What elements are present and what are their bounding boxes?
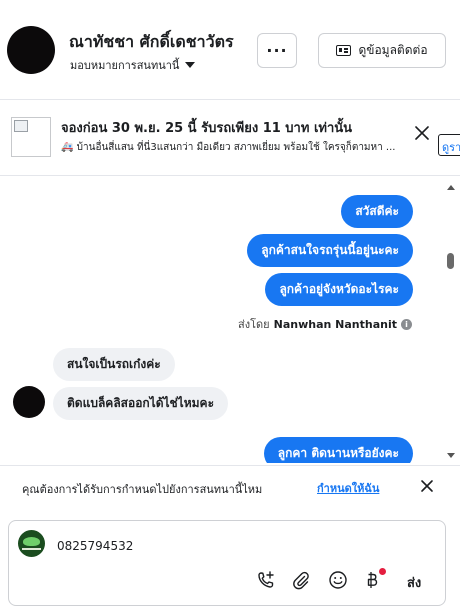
chat-scrollbar[interactable] bbox=[444, 177, 458, 463]
contact-name[interactable]: ณาทัชชา ศักดิ์เดชาวัตร bbox=[69, 30, 234, 55]
scroll-down-arrow-icon[interactable] bbox=[447, 453, 455, 458]
scrollbar-thumb[interactable] bbox=[447, 253, 454, 269]
contact-card-icon bbox=[336, 45, 352, 56]
contact-avatar-small bbox=[13, 386, 45, 418]
message-bubble-outgoing[interactable]: ลูกค้าสนใจรถรุ่นนี้อยู่นะคะ bbox=[247, 234, 413, 267]
view-contact-info-label: ดูข้อมูลติดต่อ bbox=[358, 43, 428, 57]
ad-referral-banner: จองก่อน 30 พ.ย. 25 นี้ รับรถเพียง 11 บาท… bbox=[0, 101, 460, 176]
ad-thumbnail-image[interactable] bbox=[11, 117, 51, 157]
message-input[interactable]: 0825794532 bbox=[57, 539, 133, 553]
ambulance-icon: 🚑 bbox=[61, 142, 74, 153]
notification-dot bbox=[379, 568, 386, 575]
close-notice-icon[interactable] bbox=[420, 479, 434, 493]
message-bubble-incoming[interactable]: สนใจเป็นรถเก๋งค่ะ bbox=[53, 348, 175, 381]
sent-by-name: Nanwhan Nanthanit bbox=[273, 317, 397, 331]
assign-label: มอบหมายการสนทนานี้ bbox=[70, 59, 180, 72]
assignment-notice-text: คุณต้องการได้รับการกำหนดไปยังการสนทนานี้… bbox=[22, 483, 263, 496]
contact-avatar[interactable] bbox=[7, 26, 55, 74]
send-button[interactable]: ส่ง bbox=[407, 572, 421, 593]
ad-description-text: บ้านอื่นสี่แสน ที่นี่3แสนกว่า มือเดียว ส… bbox=[76, 142, 396, 153]
message-thread: สวัสดีค่ะ ลูกค้าสนใจรถรุ่นนี้อยู่นะคะ ลู… bbox=[0, 177, 460, 463]
message-bubble-outgoing[interactable]: ลูกค้าอยู่จังหวัดอะไรคะ bbox=[265, 273, 413, 306]
assign-conversation-dropdown[interactable]: มอบหมายการสนทนานี้ bbox=[70, 56, 196, 74]
close-ad-icon[interactable] bbox=[414, 125, 430, 141]
scroll-up-arrow-icon[interactable] bbox=[447, 185, 455, 190]
assign-to-me-link[interactable]: กำหนดให้ฉัน bbox=[317, 479, 379, 497]
more-options-button[interactable]: ··· bbox=[257, 33, 297, 68]
conversation-header: ณาทัชชา ศักดิ์เดชาวัตร มอบหมายการสนทนานี… bbox=[0, 0, 460, 100]
emoji-icon[interactable] bbox=[327, 569, 349, 591]
message-bubble-incoming[interactable]: ติดแบล็คลิสออกได้ไช่ไหมคะ bbox=[53, 387, 229, 420]
ad-description: 🚑 บ้านอื่นสี่แสน ที่นี่3แสนกว่า มือเดียว… bbox=[61, 140, 439, 155]
ad-title: จองก่อน 30 พ.ย. 25 นี้ รับรถเพียง 11 บาท… bbox=[61, 121, 353, 136]
info-icon[interactable]: i bbox=[401, 318, 412, 330]
view-contact-info-button[interactable]: ดูข้อมูลติดต่อ bbox=[318, 33, 446, 68]
message-bubble-outgoing[interactable]: สวัสดีค่ะ bbox=[341, 195, 413, 228]
message-bubble-outgoing[interactable]: ลูกคา ติดนานหรือยังคะ bbox=[263, 437, 413, 463]
assignment-notice: คุณต้องการได้รับการกำหนดไปยังการสนทนานี้… bbox=[0, 465, 460, 509]
sent-by-note: ส่งโดย Nanwhan Nanthanit i bbox=[238, 315, 412, 333]
paperclip-icon[interactable] bbox=[290, 569, 312, 591]
ad-view-link[interactable]: ดูรา bbox=[438, 134, 460, 156]
message-composer[interactable]: 0825794532 ส่ง bbox=[8, 520, 446, 606]
page-avatar bbox=[18, 530, 45, 557]
sent-by-prefix: ส่งโดย bbox=[238, 318, 270, 331]
add-contact-icon[interactable] bbox=[255, 569, 277, 591]
caret-down-icon bbox=[185, 62, 196, 68]
